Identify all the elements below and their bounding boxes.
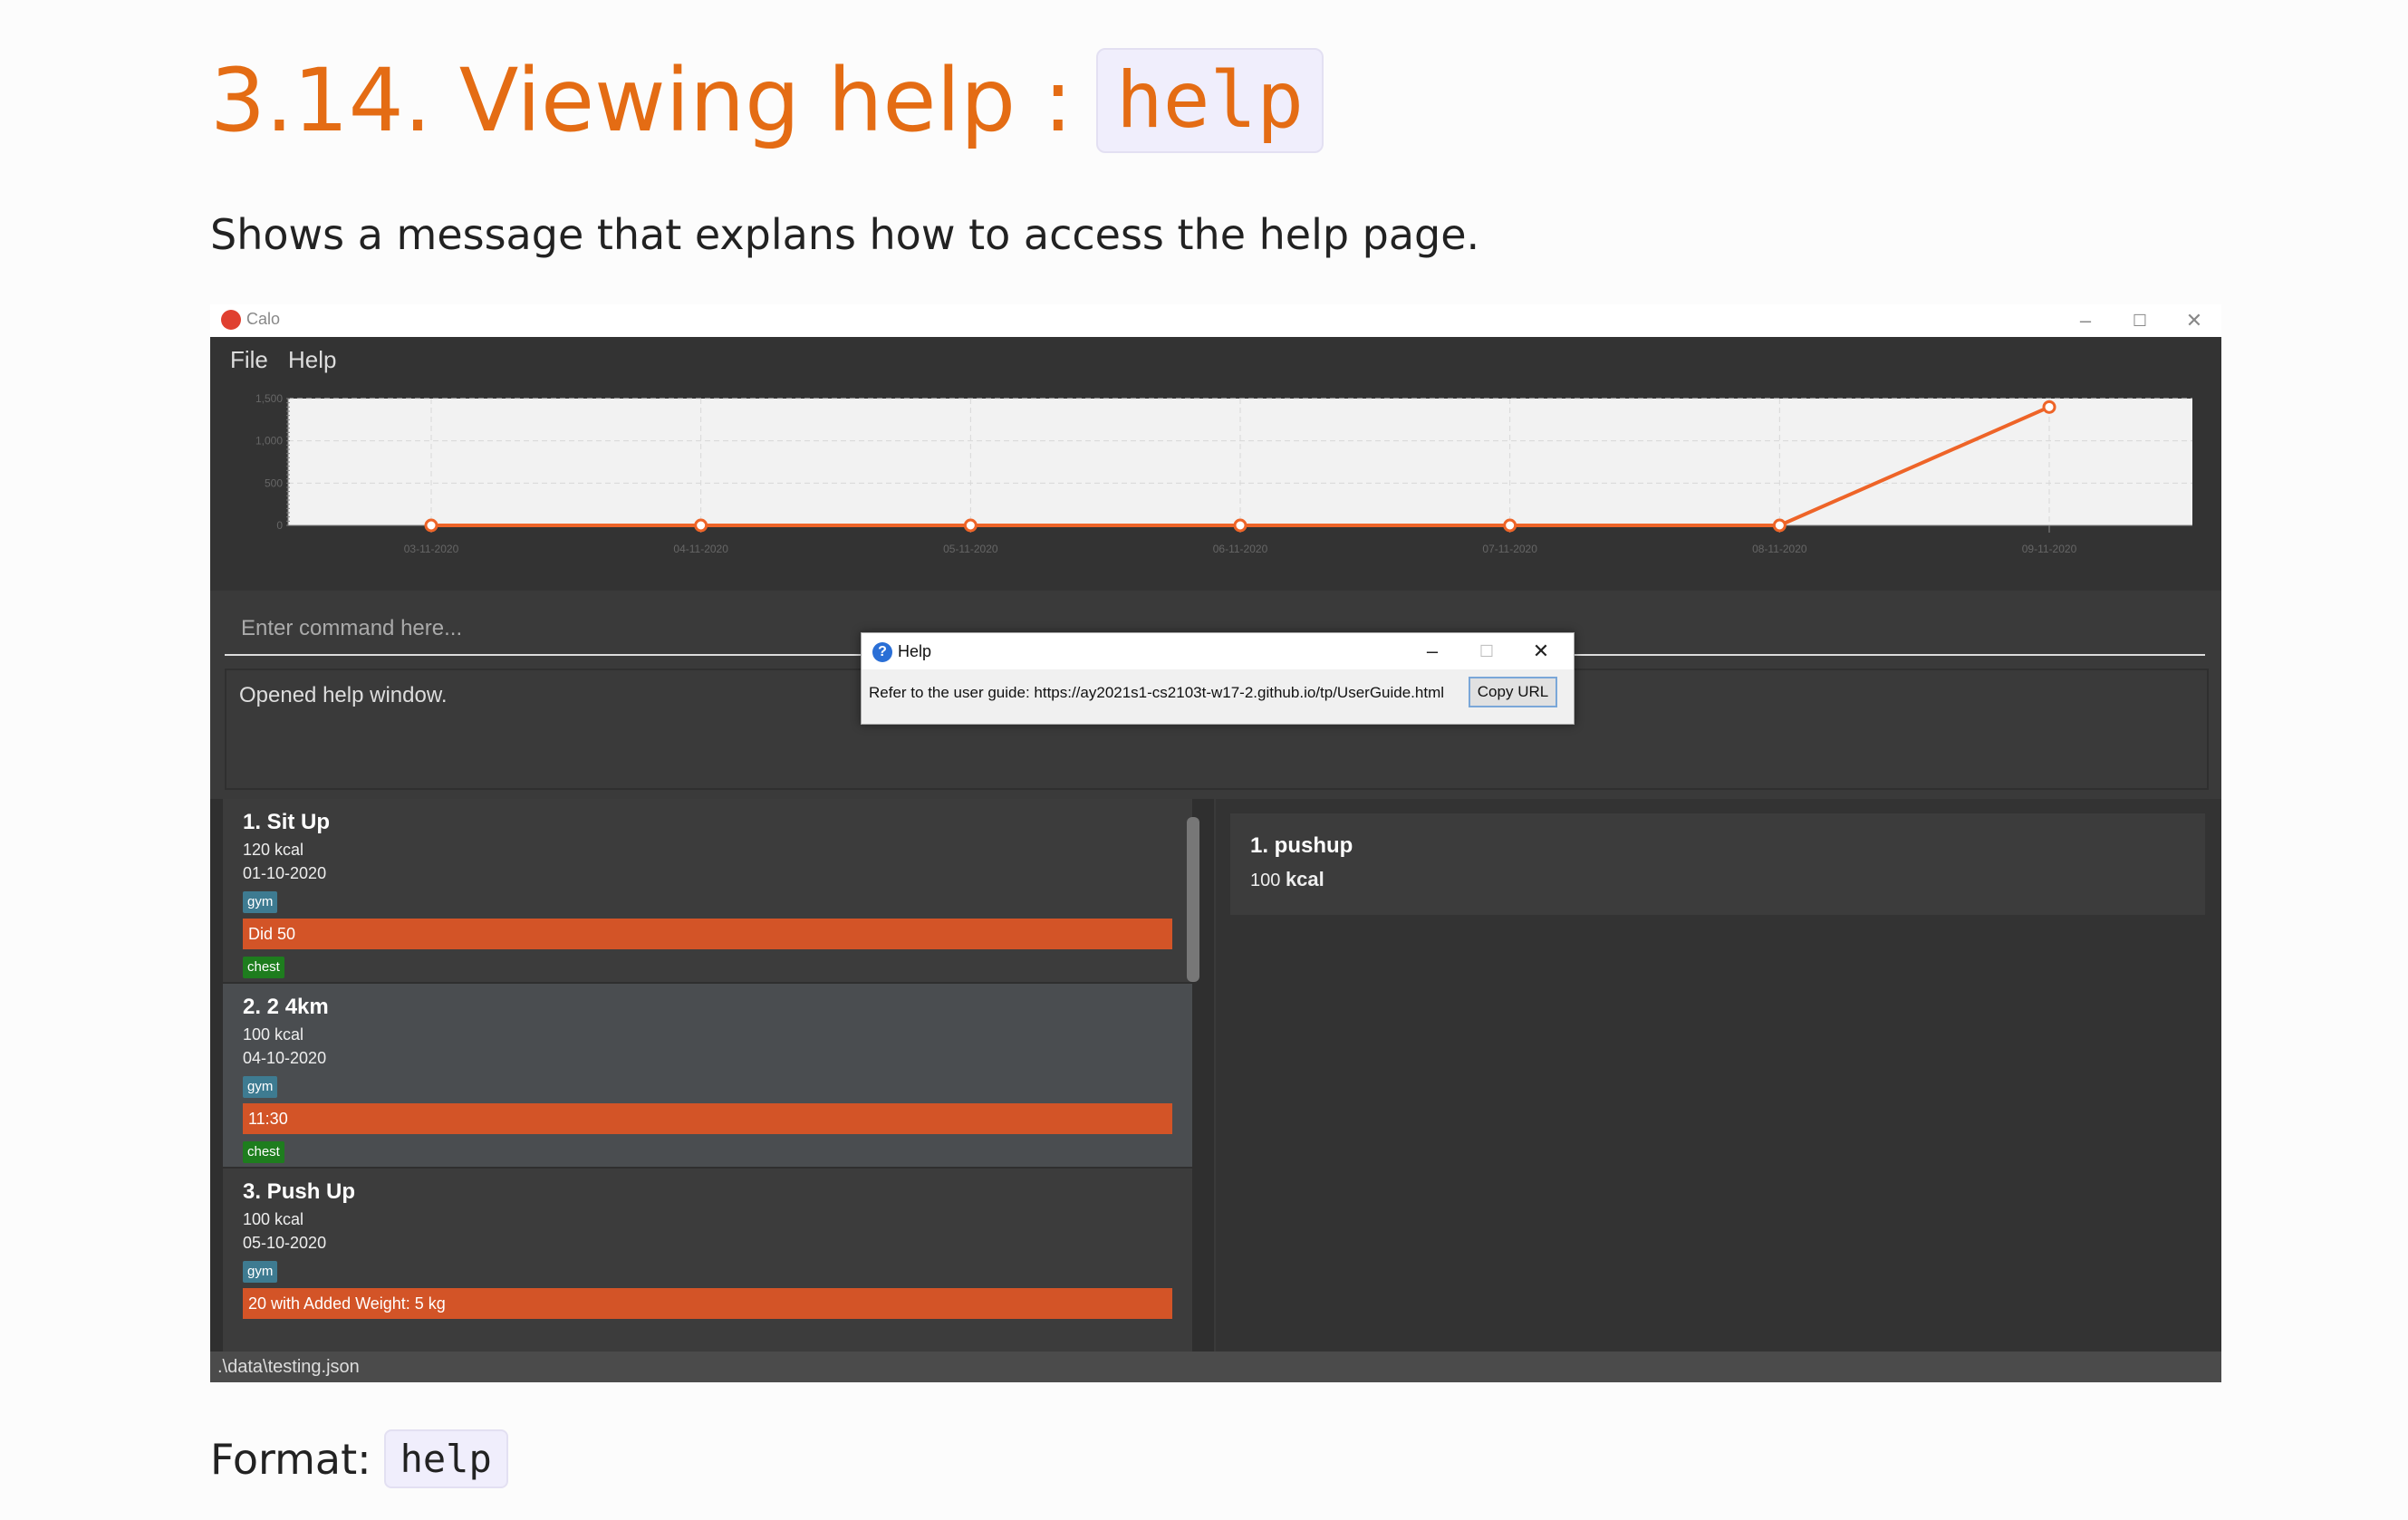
result-text: Opened help window. [239, 683, 448, 707]
x-tick-label: 05-11-2020 [943, 543, 998, 555]
exercise-card-selected[interactable]: 2. 2 4km 100 kcal 04-10-2020 gym 11:30 c… [223, 984, 1192, 1167]
y-tick-label: 1,000 [255, 435, 283, 447]
summary-calories: 100 kcal [1250, 868, 1324, 891]
data-point [424, 518, 438, 533]
y-tick-label: 1,500 [255, 392, 283, 405]
data-point [1772, 518, 1787, 533]
exercise-date: 01-10-2020 [243, 864, 327, 882]
calorie-chart-panel: 0 500 1,000 1,500 03-11-2020 04-11-2020 05-11-… [210, 382, 2221, 591]
format-code: help [383, 1429, 508, 1488]
help-message: Refer to the user guide: https://ay2021s… [869, 684, 1445, 701]
data-point [1503, 518, 1517, 533]
copy-url-button[interactable]: Copy URL [1469, 677, 1557, 707]
section-heading-text: 3.14. Viewing help : [210, 50, 1073, 151]
x-tick-label: 03-11-2020 [404, 543, 459, 555]
status-path: .\data\testing.json [217, 1357, 360, 1377]
data-point [1233, 518, 1247, 533]
summary-card[interactable]: 1. pushup 100 kcal [1230, 813, 2205, 915]
dialog-maximize-button[interactable]: ☐ [1459, 633, 1514, 669]
close-button[interactable]: ✕ [2167, 304, 2221, 337]
command-input[interactable]: Enter command here... [241, 616, 462, 641]
section-heading: 3.14. Viewing help : help [210, 42, 1324, 159]
x-tick-label: 08-11-2020 [1752, 543, 1807, 555]
dialog-close-button[interactable]: ✕ [1514, 633, 1568, 669]
exercise-date: 04-10-2020 [243, 1049, 327, 1067]
exercise-card[interactable]: 3. Push Up 100 kcal 05-10-2020 gym 20 wi… [223, 1169, 1192, 1352]
help-dialog: ? Help – ☐ ✕ Refer to the user guide: ht… [861, 632, 1575, 725]
tag-label: gym [243, 1261, 278, 1283]
data-point [694, 518, 708, 533]
minimize-button[interactable]: – [2058, 304, 2113, 337]
format-line: Format: help [210, 1429, 508, 1488]
exercise-card[interactable]: 1. Sit Up 120 kcal 01-10-2020 gym Did 50… [223, 799, 1192, 982]
y-tick-label: 500 [265, 476, 283, 489]
exercise-list[interactable]: 1. Sit Up 120 kcal 01-10-2020 gym Did 50… [210, 799, 1214, 1352]
tag-label: gym [243, 1076, 278, 1098]
y-tick-label: 0 [276, 519, 283, 532]
remark-bar: 11:30 [243, 1103, 1172, 1134]
menu-help[interactable]: Help [288, 346, 336, 374]
exercise-date: 05-10-2020 [243, 1234, 327, 1252]
menu-file[interactable]: File [230, 346, 268, 374]
menu-bar: File Help [210, 337, 2221, 382]
section-description: Shows a message that explans how to acce… [210, 210, 1480, 259]
help-dialog-title: Help [898, 642, 932, 660]
question-icon: ? [872, 642, 892, 662]
summary-name: 1. pushup [1250, 833, 1353, 858]
summary-unit: kcal [1285, 868, 1324, 890]
summary-amount: 100 [1250, 871, 1281, 890]
muscle-tag: chest [243, 1141, 284, 1163]
title-bar: Calo – ☐ ✕ [210, 304, 2221, 337]
maximize-button[interactable]: ☐ [2113, 304, 2167, 337]
data-point [963, 518, 978, 533]
exercise-name: 3. Push Up [243, 1179, 356, 1204]
x-tick-label: 04-11-2020 [673, 543, 728, 555]
format-label: Format: [210, 1434, 371, 1484]
exercise-calories: 120 kcal [243, 841, 304, 859]
exercise-calories: 100 kcal [243, 1210, 304, 1228]
x-tick-label: 09-11-2020 [2022, 543, 2077, 555]
x-tick-label: 07-11-2020 [1482, 543, 1537, 555]
x-tick-label: 06-11-2020 [1213, 543, 1268, 555]
help-dialog-titlebar: ? Help – ☐ ✕ [862, 633, 1574, 669]
remark-bar: 20 with Added Weight: 5 kg [243, 1288, 1172, 1319]
exercise-name: 1. Sit Up [243, 810, 331, 834]
status-bar [210, 1352, 2221, 1382]
muscle-tag: chest [243, 957, 284, 978]
list-scrollbar[interactable] [1187, 817, 1199, 982]
dialog-minimize-button[interactable]: – [1405, 633, 1459, 669]
window-title: Calo [246, 310, 281, 328]
tag-label: gym [243, 891, 278, 913]
remark-bar: Did 50 [243, 919, 1172, 949]
data-point [2042, 399, 2056, 414]
heading-code: help [1095, 48, 1324, 153]
exercise-name: 2. 2 4km [243, 995, 329, 1019]
app-window: Calo – ☐ ✕ File Help 0 500 1,000 1,500 03-11… [210, 304, 2221, 1382]
exercise-calories: 100 kcal [243, 1025, 304, 1044]
calorie-chart: 0 500 1,000 1,500 03-11-2020 04-11-2020 05-11-… [255, 392, 2192, 555]
app-icon [221, 310, 241, 330]
